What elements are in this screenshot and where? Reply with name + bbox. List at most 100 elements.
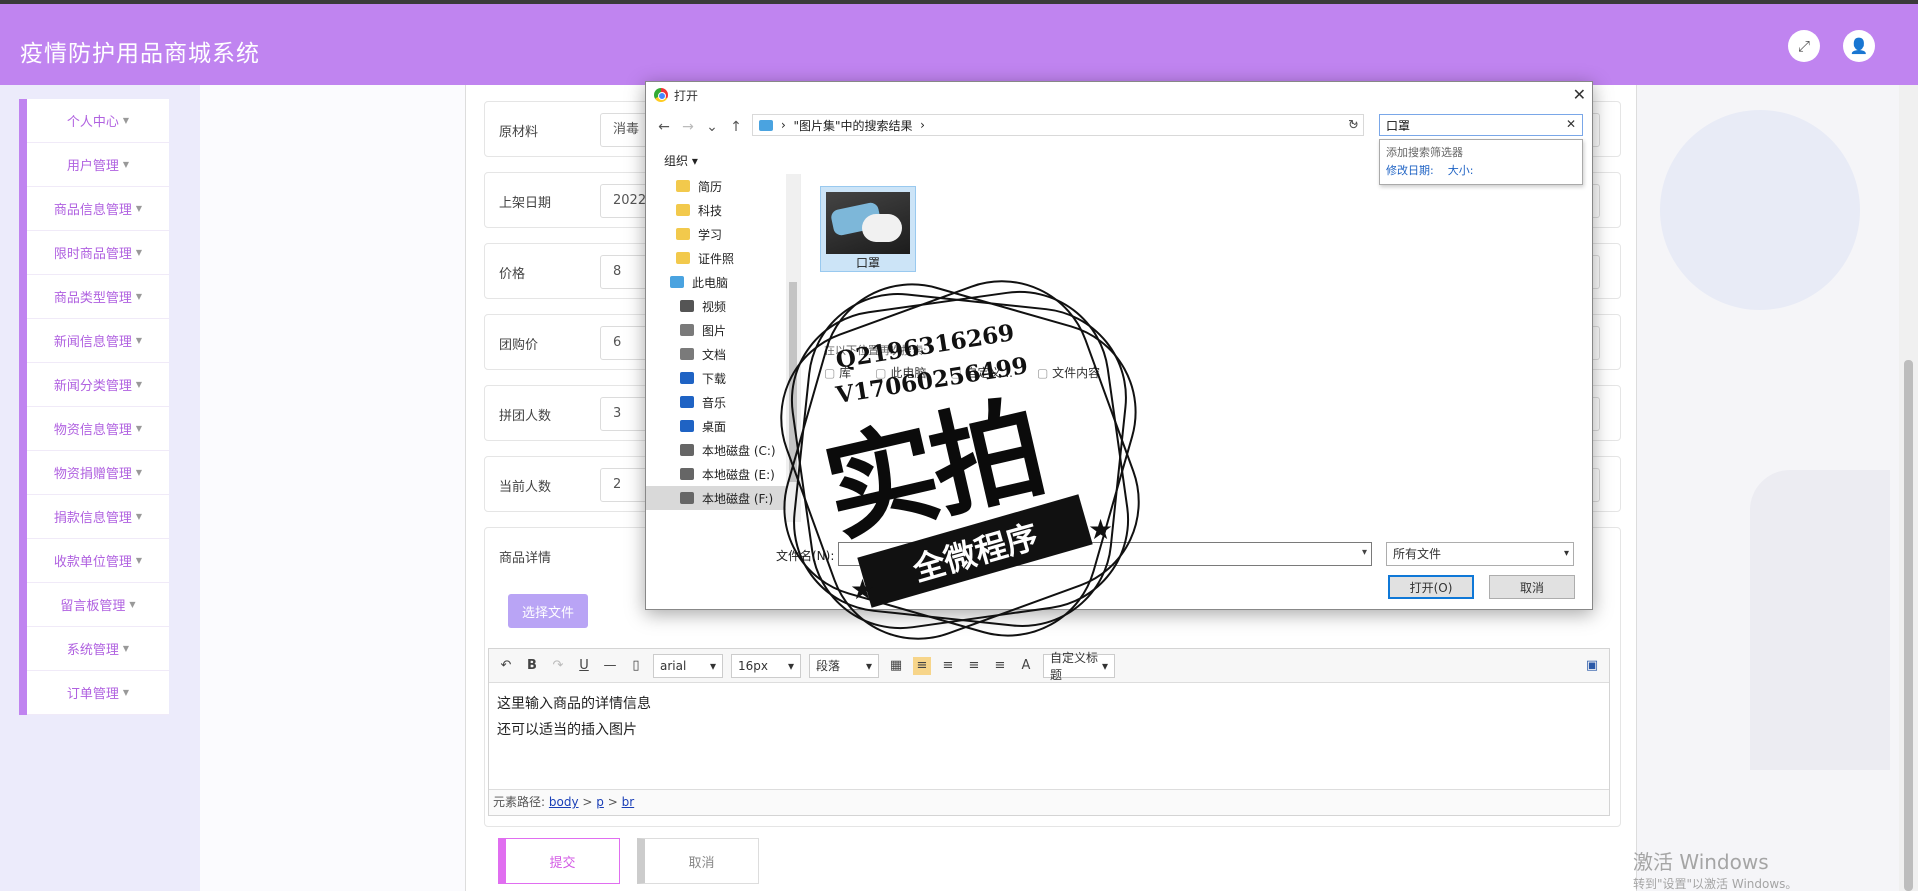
folder-icon [676, 180, 690, 192]
path-link-br[interactable]: br [622, 795, 635, 809]
element-path-label: 元素路径: [493, 795, 546, 809]
decor-figure [1750, 470, 1890, 770]
page-scrollbar-thumb[interactable] [1904, 360, 1913, 891]
submit-button[interactable]: 提交 [498, 838, 620, 884]
tree-item[interactable]: 简历 [646, 174, 800, 198]
filter-modified-date[interactable]: 修改日期: [1386, 164, 1434, 177]
top-bar: 疫情防护用品商城系统 ⤢ 👤 [0, 0, 1918, 85]
sidebar-item-supplies-info[interactable]: 物资信息管理 ▼ [27, 407, 169, 451]
organize-menu[interactable]: 组织 ▾ [664, 152, 698, 169]
sidebar-item-orders[interactable]: 订单管理 ▼ [27, 671, 169, 715]
field-label: 团购价 [499, 338, 539, 353]
stamp-watermark: Q2196316269 V17060256499 实拍 全微程序 ★ ★ [745, 254, 1175, 675]
caret-down-icon: ▼ [135, 336, 143, 345]
dialog-titlebar: 打开 ✕ [646, 82, 1592, 108]
caret-down-icon: ▼ [122, 116, 130, 125]
sidebar-item-news-category[interactable]: 新闻分类管理 ▼ [27, 363, 169, 407]
dialog-search-input[interactable]: 口罩 ✕ [1379, 114, 1583, 136]
sidebar-item-product-type[interactable]: 商品类型管理 ▼ [27, 275, 169, 319]
caret-down-icon: ▼ [122, 644, 130, 653]
redo-icon[interactable]: ↷ [549, 657, 567, 675]
refresh-icon[interactable]: ↻ [1348, 118, 1359, 133]
editor-line: 这里输入商品的详情信息 [497, 696, 651, 712]
editor-content[interactable]: 这里输入商品的详情信息 还可以适当的插入图片 [489, 683, 1609, 751]
chevron-down-icon: ▾ [1563, 548, 1569, 559]
video-icon [680, 300, 694, 312]
chevron-down-icon: ▾ [709, 658, 716, 673]
caret-down-icon: ▼ [135, 380, 143, 389]
path-link-body[interactable]: body [549, 795, 579, 809]
recent-chevron-icon[interactable]: ⌄ [700, 119, 724, 135]
field-label: 价格 [499, 267, 526, 282]
download-icon [680, 372, 694, 384]
music-icon [680, 396, 694, 408]
caret-down-icon: ▼ [122, 160, 130, 169]
element-path-bar: 元素路径: body > p > br [489, 789, 1609, 815]
tree-item[interactable]: 学习 [646, 222, 800, 246]
new-document-icon[interactable]: ▯ [627, 657, 645, 675]
caret-down-icon: ▼ [135, 292, 143, 301]
dialog-title: 打开 [674, 88, 699, 103]
windows-activation-watermark: 激活 Windows 转到"设置"以激活 Windows。 [1633, 850, 1798, 891]
sidebar-item-payee-unit[interactable]: 收款单位管理 ▼ [27, 539, 169, 583]
caret-down-icon: ▼ [129, 600, 136, 609]
search-filter-suggestion[interactable]: 添加搜索筛选器 修改日期: 大小: [1379, 139, 1583, 185]
chevron-down-icon[interactable]: ▾ [1362, 547, 1367, 558]
bold-icon[interactable]: B [523, 657, 541, 675]
filter-size[interactable]: 大小: [1448, 164, 1474, 177]
chrome-icon [654, 88, 668, 102]
sidebar-item-donation-info[interactable]: 捐款信息管理 ▼ [27, 495, 169, 539]
caret-down-icon: ▼ [135, 512, 143, 521]
documents-icon [680, 348, 694, 360]
address-bar[interactable]: › "图片集"中的搜索结果 › ⌄ [752, 114, 1364, 136]
caret-down-icon: ▼ [135, 248, 143, 257]
pictures-icon [680, 324, 694, 336]
sidebar-item-product-info[interactable]: 商品信息管理 ▼ [27, 187, 169, 231]
up-arrow-icon[interactable]: ↑ [724, 119, 748, 135]
folder-icon [759, 119, 773, 131]
caret-down-icon: ▼ [135, 204, 143, 213]
undo-icon[interactable]: ↶ [497, 657, 515, 675]
filetype-select[interactable]: 所有文件 ▾ [1386, 542, 1574, 566]
path-link-p[interactable]: p [596, 795, 604, 809]
user-icon[interactable]: 👤 [1843, 30, 1875, 62]
field-label: 原材料 [499, 125, 539, 140]
fullscreen-icon[interactable]: ⤢ [1788, 30, 1820, 62]
sidebar-item-flash-sale[interactable]: 限时商品管理 ▼ [27, 231, 169, 275]
cancel-button[interactable]: 取消 [637, 838, 759, 884]
sidebar-item-supplies-donation[interactable]: 物资捐赠管理 ▼ [27, 451, 169, 495]
drive-icon [680, 492, 694, 504]
close-icon[interactable]: ✕ [1573, 85, 1586, 104]
font-family-select[interactable]: arial ▾ [653, 653, 723, 678]
clear-search-icon[interactable]: ✕ [1566, 117, 1576, 131]
open-button[interactable]: 打开(O) [1388, 575, 1474, 599]
field-label: 当前人数 [499, 480, 552, 495]
dialog-cancel-button[interactable]: 取消 [1489, 575, 1575, 599]
sidebar-item-system[interactable]: 系统管理 ▼ [27, 627, 169, 671]
field-label: 商品详情 [499, 551, 552, 566]
back-arrow-icon[interactable]: ← [652, 119, 676, 135]
underline-icon[interactable]: U [575, 657, 593, 675]
sidebar-item-personal-center[interactable]: 个人中心 ▼ [27, 99, 169, 143]
drive-icon [680, 444, 694, 456]
editor-line: 还可以适当的插入图片 [497, 722, 637, 738]
caret-down-icon: ▼ [122, 688, 130, 697]
app-title: 疫情防护用品商城系统 [20, 41, 260, 67]
caret-down-icon: ▼ [135, 424, 143, 433]
decor-circle [1660, 110, 1860, 310]
fullscreen-editor-icon[interactable]: ▣ [1583, 657, 1601, 675]
folder-icon [676, 252, 690, 264]
star-icon: ★ [850, 573, 876, 606]
horizontal-rule-icon[interactable]: — [601, 657, 619, 675]
sidebar-item-user-management[interactable]: 用户管理 ▼ [27, 143, 169, 187]
folder-icon [676, 228, 690, 240]
sidebar-item-news-info[interactable]: 新闻信息管理 ▼ [27, 319, 169, 363]
choose-file-button[interactable]: 选择文件 [508, 594, 588, 628]
gap-background [200, 85, 465, 891]
forward-arrow-icon[interactable]: → [676, 119, 700, 135]
sidebar-item-message-board[interactable]: 留言板管理 ▼ [27, 583, 169, 627]
folder-icon [676, 204, 690, 216]
computer-icon [670, 276, 684, 288]
tree-item[interactable]: 科技 [646, 198, 800, 222]
field-label: 拼团人数 [499, 409, 552, 424]
